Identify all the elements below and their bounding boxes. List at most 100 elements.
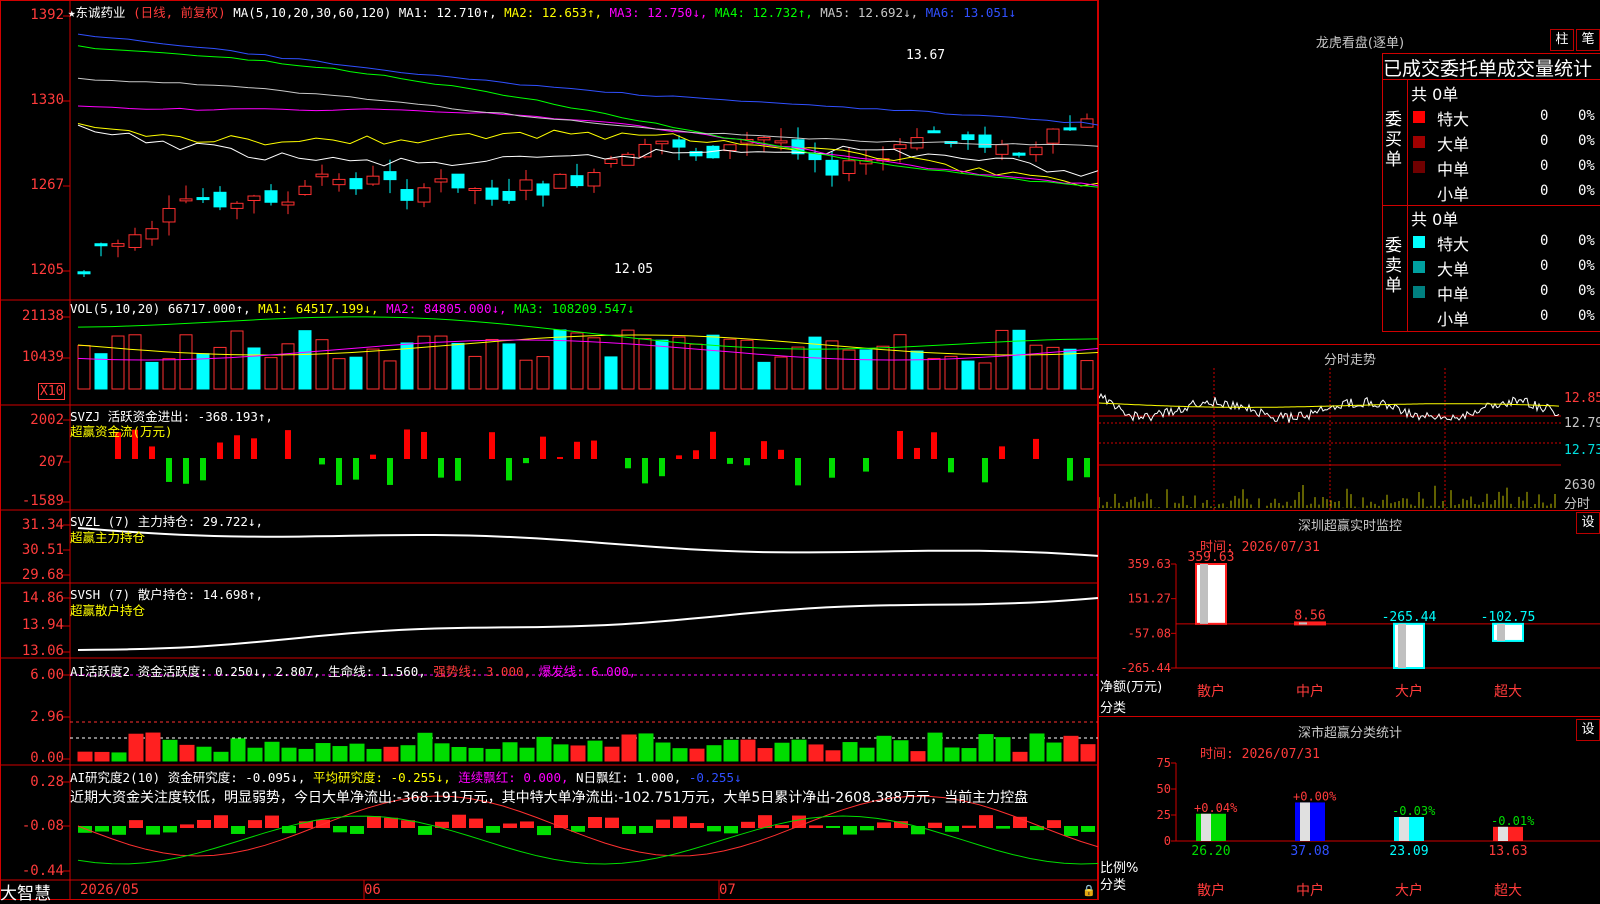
research-bar [197,819,211,828]
volume-bar [281,343,295,390]
ai-activity-label: AI活跃度2 资金活跃度: 0.250↓, [70,664,268,679]
candle [570,175,584,187]
ai-activity-header: AI活跃度2 资金活跃度: 0.250↓, 2.807, 生命线: 1.560,… [70,661,636,680]
candle [757,137,771,141]
activity-bar [961,748,977,762]
stock-chart-area[interactable] [0,0,1098,900]
monitor-title: 深圳超赢实时监控 [1297,519,1402,534]
flow-bar [931,432,937,459]
research-bar [673,816,687,828]
retail-line [77,597,1098,651]
research-bar [622,826,636,835]
ai-research-ytick: 0.28 [30,774,64,790]
monitor-bar-label: 359.63 [1188,550,1235,565]
price-ytick: 1267 [30,177,64,193]
candle [77,271,91,275]
high-price-note: 13.67 [906,48,946,63]
lock-icon[interactable]: 🔒 [1082,884,1096,897]
activity-bar [434,743,450,762]
ai-activity-ytick: 0.00 [30,750,64,766]
candle [927,130,941,134]
activity-bar [451,746,467,762]
volume-bar [1063,348,1077,390]
research-bar [469,818,483,828]
bar-mode-button[interactable]: 柱 [1550,29,1574,51]
volume-bar [536,356,550,390]
activity-bar [638,733,654,762]
vol-label: VOL(5,10,20) [70,301,161,316]
research-bar [537,826,551,836]
candle [1063,127,1077,131]
flow-bar [829,458,835,478]
candle [400,189,414,201]
sell-side-label: 委卖单 [1385,236,1402,296]
ai-research-avg: 平均研究度: -0.255↓, [313,770,451,785]
tick-mode-button[interactable]: 笔 [1576,29,1600,51]
flow-bar [557,457,563,459]
research-bar [1064,826,1078,836]
volume-bar [349,356,363,390]
candle [230,202,244,209]
volume-bar [553,329,567,390]
research-bar [112,826,126,835]
research-bar [656,819,670,828]
candle [434,178,448,183]
flow-bar [778,449,784,459]
research-bar [163,826,177,833]
candle [315,173,329,178]
classify-bar-label: 26.20 [1191,844,1230,859]
flow-bar [438,458,444,478]
flow-bar [489,432,495,459]
volume-bar [995,329,1009,390]
sell-color-square [1413,236,1425,248]
flow-bar [744,458,750,466]
candle [417,187,431,203]
volume-bar [757,361,771,390]
monitor-bar-label: 8.56 [1294,608,1325,623]
candle [842,160,856,175]
activity-bar [672,748,688,762]
classify-category: 散户 [1197,882,1225,899]
monitor-bar-shade [1497,623,1505,641]
ai-activity-ytick: 6.00 [30,667,64,683]
flow-bar [387,458,393,485]
sell-total: 共 0单 [1411,210,1459,229]
candle [128,234,142,248]
monitor-bar-shade [1200,564,1208,624]
ma1-value: MA1: 12.710↑, [398,5,497,20]
ai-activity-strong: 强势线: 3.000, [433,664,532,679]
longhu-title: 龙虎看盘(逐单) [1315,36,1405,51]
volume-bar [332,358,346,390]
svsh-ytick: 14.86 [21,590,64,606]
flow-bar [1033,438,1039,459]
buy-row-pct: 0% [1578,108,1595,124]
volume-bar [315,339,329,390]
research-bar [180,824,194,828]
buy-total: 共 0单 [1411,85,1459,104]
monitor-settings-button[interactable]: 设 [1576,512,1600,534]
intraday-chart[interactable] [1099,368,1561,510]
candle [587,172,601,187]
activity-bar [1029,733,1045,762]
flow-bar [523,458,529,464]
activity-bar [689,748,705,762]
flow-bar [897,430,903,459]
vol-value: 66717.000↑, [167,301,251,316]
flow-bar [863,458,869,472]
classify-settings-button[interactable]: 设 [1576,719,1600,741]
activity-bar [876,735,892,762]
activity-bar [791,739,807,762]
activity-bar [604,746,620,762]
sell-row-pct: 0% [1578,233,1595,249]
intraday-title: 分时走势 [1323,353,1376,368]
candle [978,134,992,148]
monitor-category: 散户 [1197,683,1225,700]
volume-bar [689,343,703,390]
flow-bar [251,438,257,459]
buy-row-pct: 0% [1578,133,1595,149]
monitor-ytick: -57.08 [1128,626,1171,640]
activity-bar [757,748,773,762]
activity-bar [553,744,569,762]
activity-bar [111,752,127,762]
research-bar [605,817,619,828]
